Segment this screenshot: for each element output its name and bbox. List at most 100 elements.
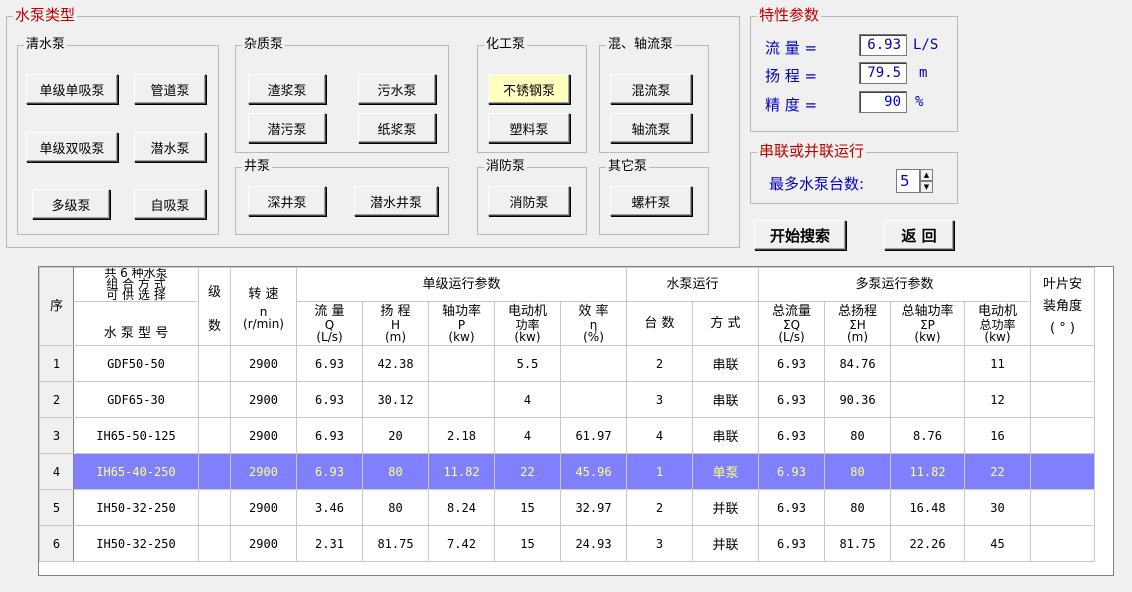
cell-sh: 80	[824, 453, 891, 490]
cell-n: 4	[39, 453, 74, 490]
fire-pump-group: 消防泵 消防泵	[477, 159, 587, 235]
cell-model: GDF50-50	[73, 345, 199, 382]
col-seq-header: 序	[39, 267, 74, 346]
multistage-pump-button[interactable]: 多级泵	[32, 189, 110, 219]
cell-blade	[1030, 489, 1095, 526]
screw-pump-button[interactable]: 螺杆泵	[610, 186, 692, 216]
cell-motor: 4	[494, 417, 561, 454]
cell-stage	[198, 453, 231, 490]
col-total-flow-header: 总流量 ΣQ (L/s)	[758, 301, 825, 346]
fire-pump-button[interactable]: 消防泵	[488, 186, 570, 216]
cell-sp	[890, 345, 965, 382]
impurity-pump-group: 杂质泵 渣浆泵 污水泵 潜污泵 纸浆泵	[235, 37, 449, 153]
paper-pulp-pump-button[interactable]: 纸浆泵	[358, 113, 436, 143]
series-parallel-title: 串联或并联运行	[757, 142, 867, 160]
submersible-sewage-pump-button[interactable]: 潜污泵	[248, 113, 326, 143]
cell-eff	[560, 381, 627, 418]
slurry-pump-button[interactable]: 渣浆泵	[248, 74, 326, 104]
results-table: 序 共 6 种水泵组 合 方 式可 供 选 择 级数 转 速 n (r/min) 单…	[39, 267, 1095, 562]
back-button[interactable]: 返 回	[884, 220, 954, 250]
col-total-head-header: 总扬程 ΣH (m)	[824, 301, 891, 346]
results-grid[interactable]: 序 共 6 种水泵组 合 方 式可 供 选 择 级数 转 速 n (r/min) 单…	[38, 266, 1114, 576]
table-row[interactable]: 3 IH65-50-125 2900 6.93 20 2.18 4 61.97 4 串联 6.93 8…	[39, 417, 1095, 454]
cell-blade	[1030, 381, 1095, 418]
mixed-axial-pump-group: 混、轴流泵 混流泵 轴流泵	[599, 37, 709, 153]
head-label: 扬 程 =	[765, 67, 818, 85]
submersible-pump-button[interactable]: 潜水泵	[134, 132, 206, 162]
cell-sq: 6.93	[758, 525, 825, 562]
start-search-button[interactable]: 开始搜索	[754, 220, 846, 250]
cell-q: 6.93	[296, 345, 363, 382]
cell-model: IH50-32-250	[73, 489, 199, 526]
spin-down-icon[interactable]: ▼	[920, 181, 933, 193]
plastic-pump-button[interactable]: 塑料泵	[488, 113, 570, 143]
clear-water-pump-title: 清水泵	[24, 37, 68, 53]
max-pumps-input[interactable]: 5	[896, 169, 920, 193]
params-title: 特性参数	[757, 6, 822, 24]
cell-p	[428, 345, 495, 382]
max-pumps-spinner[interactable]: ▲ ▼	[920, 169, 933, 193]
cell-sh: 80	[824, 417, 891, 454]
cell-p: 7.42	[428, 525, 495, 562]
axial-flow-pump-button[interactable]: 轴流泵	[610, 113, 692, 143]
cell-motor: 15	[494, 489, 561, 526]
submersible-well-pump-button[interactable]: 潜水井泵	[354, 186, 438, 216]
cell-motor: 4	[494, 381, 561, 418]
cell-tp: 45	[964, 525, 1031, 562]
mixed-flow-pump-button[interactable]: 混流泵	[610, 74, 692, 104]
col-head-header: 扬 程 H (m)	[362, 301, 429, 346]
table-row[interactable]: 2 GDF65-30 2900 6.93 30.12 4 3 串联 6.93 90.36 12	[39, 381, 1095, 418]
col-total-shaft-power-header: 总轴功率 ΣP (kw)	[890, 301, 965, 346]
cell-stage	[198, 489, 231, 526]
cell-sp: 8.76	[890, 417, 965, 454]
table-row[interactable]: 4 IH65-40-250 2900 6.93 80 11.82 22 45.96 1 单泵 6.9…	[39, 453, 1095, 490]
self-priming-pump-button[interactable]: 自吸泵	[134, 189, 206, 219]
cell-h: 30.12	[362, 381, 429, 418]
cell-mode: 串联	[692, 345, 759, 382]
precision-input[interactable]: 90	[859, 91, 907, 113]
cell-speed: 2900	[230, 381, 297, 418]
cell-cnt: 2	[626, 489, 693, 526]
cell-sp: 16.48	[890, 489, 965, 526]
cell-sp: 11.82	[890, 453, 965, 490]
table-row[interactable]: 6 IH50-32-250 2900 2.31 81.75 7.42 15 24.93 3 并联 6…	[39, 525, 1095, 562]
col-stage-header: 级数	[198, 267, 231, 346]
cell-tp: 12	[964, 381, 1031, 418]
cell-n: 1	[39, 345, 74, 382]
cell-q: 2.31	[296, 525, 363, 562]
col-motor-power-header: 电动机 功率 (kw)	[494, 301, 561, 346]
deep-well-pump-button[interactable]: 深井泵	[248, 186, 326, 216]
cell-q: 6.93	[296, 453, 363, 490]
cell-tp: 30	[964, 489, 1031, 526]
stainless-steel-pump-button[interactable]: 不锈钢泵	[488, 74, 570, 104]
multi-run-params-header: 多泵运行参数	[758, 267, 1031, 302]
cell-q: 3.46	[296, 489, 363, 526]
cell-mode: 并联	[692, 489, 759, 526]
cell-eff: 24.93	[560, 525, 627, 562]
head-input[interactable]: 79.5	[859, 62, 907, 84]
precision-label: 精 度 =	[765, 96, 818, 114]
col-model-header: 水 泵 型 号	[73, 301, 199, 346]
single-stage-single-suction-button[interactable]: 单级单吸泵	[26, 74, 118, 104]
cell-p	[428, 381, 495, 418]
cell-cnt: 3	[626, 381, 693, 418]
cell-blade	[1030, 525, 1095, 562]
spin-up-icon[interactable]: ▲	[920, 169, 933, 181]
cell-h: 81.75	[362, 525, 429, 562]
table-row[interactable]: 1 GDF50-50 2900 6.93 42.38 5.5 2 串联 6.93 84.76 11	[39, 345, 1095, 382]
well-pump-group: 井泵 深井泵 潜水井泵	[235, 159, 449, 235]
cell-sh: 90.36	[824, 381, 891, 418]
mixed-axial-pump-title: 混、轴流泵	[606, 37, 676, 53]
cell-sq: 6.93	[758, 489, 825, 526]
flow-label: 流 量 =	[765, 39, 818, 57]
pump-type-title: 水泵类型	[13, 6, 78, 24]
pipeline-pump-button[interactable]: 管道泵	[134, 74, 206, 104]
sewage-pump-button[interactable]: 污水泵	[358, 74, 436, 104]
single-stage-double-suction-button[interactable]: 单级双吸泵	[26, 132, 118, 162]
flow-input[interactable]: 6.93	[859, 34, 907, 56]
cell-sq: 6.93	[758, 345, 825, 382]
cell-mode: 串联	[692, 381, 759, 418]
table-row[interactable]: 5 IH50-32-250 2900 3.46 80 8.24 15 32.97 2 并联 6.93…	[39, 489, 1095, 526]
cell-sq: 6.93	[758, 453, 825, 490]
pump-run-header: 水泵运行	[626, 267, 759, 302]
